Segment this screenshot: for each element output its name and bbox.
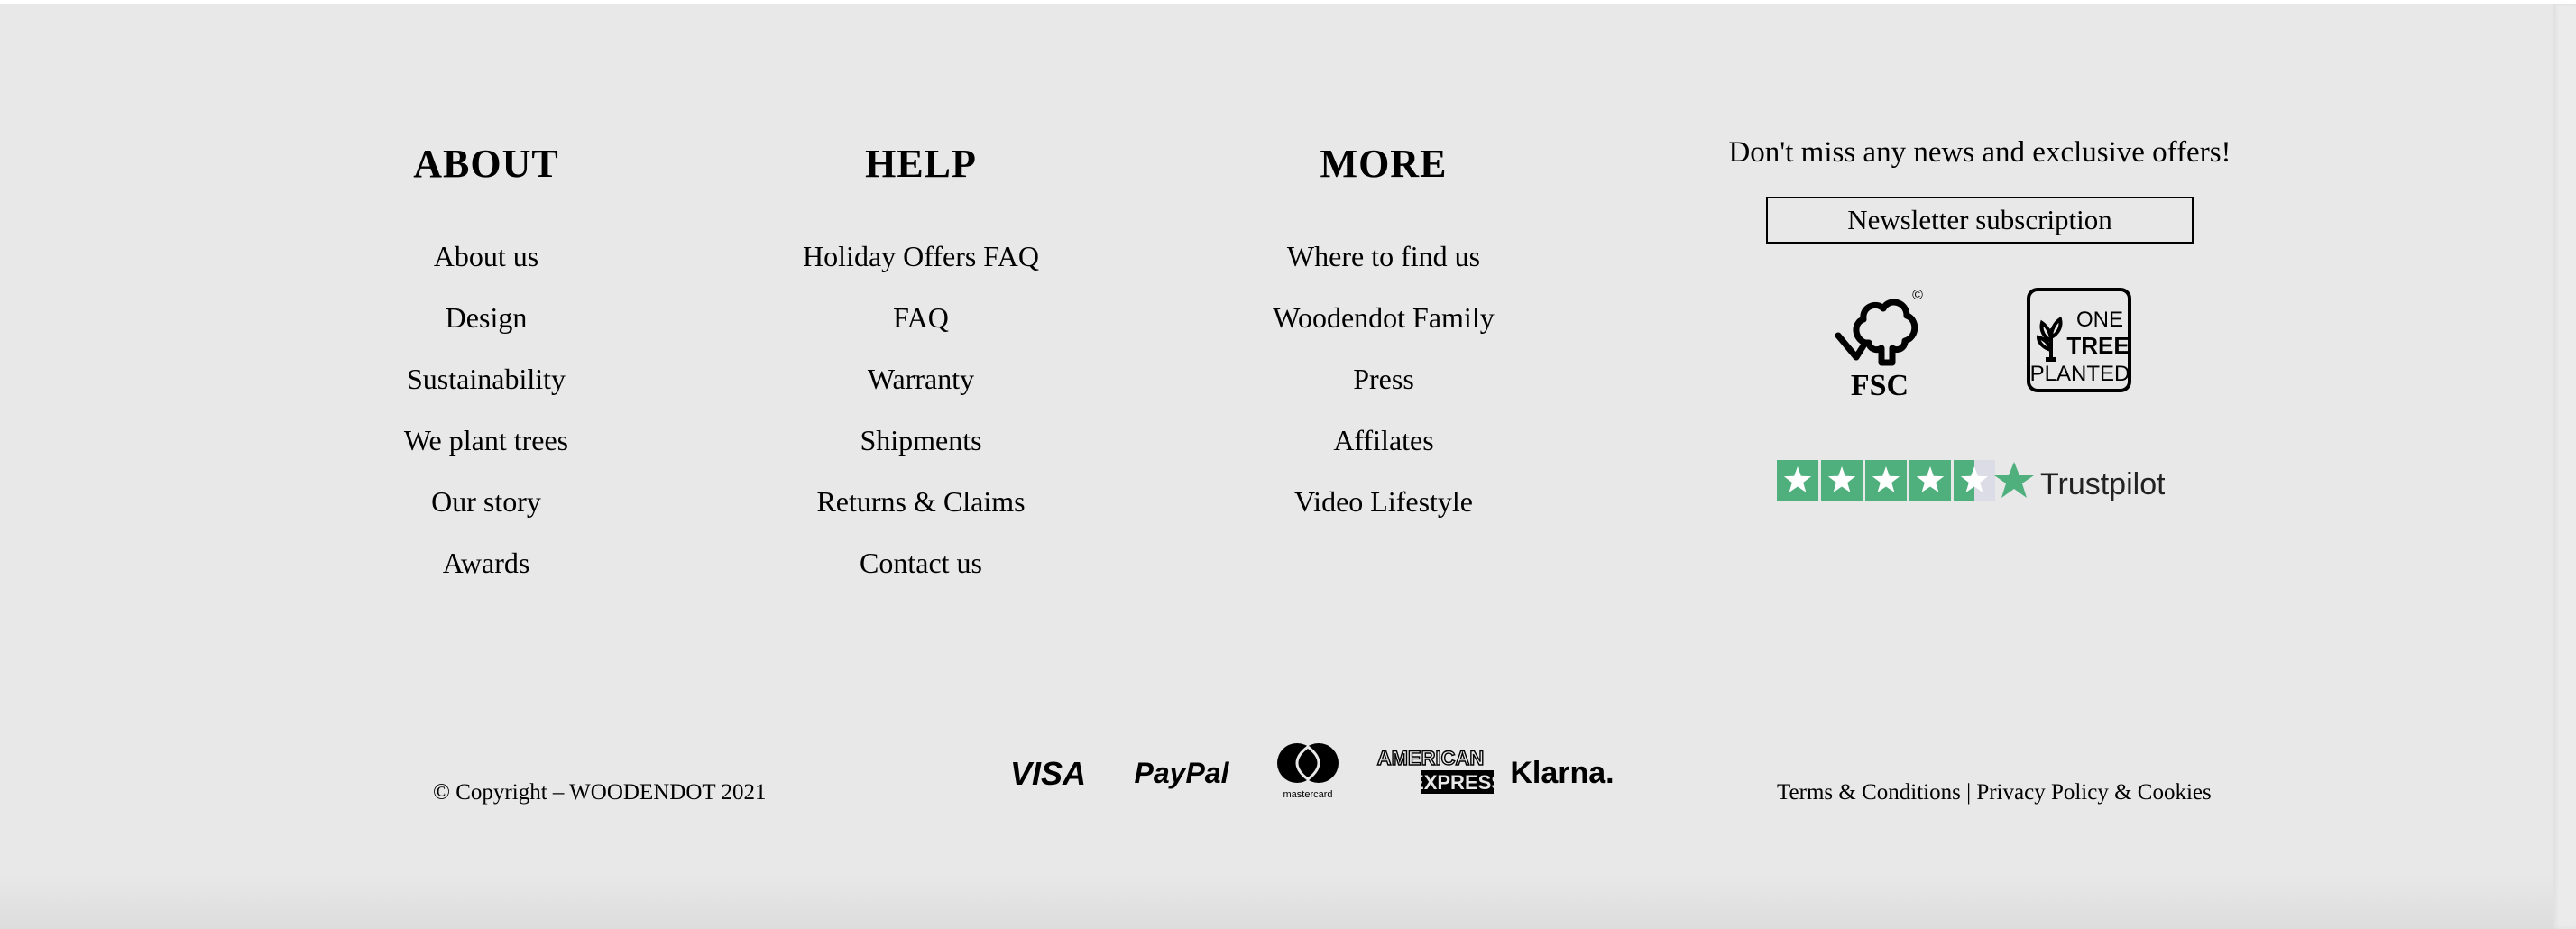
- footer-link-warranty[interactable]: Warranty: [731, 363, 1110, 424]
- american-express-icon: AMERICAN EXPRESS: [1376, 746, 1494, 794]
- footer-link-woodendot-family[interactable]: Woodendot Family: [1194, 301, 1573, 363]
- svg-text:EXPRESS: EXPRESS: [1411, 771, 1494, 794]
- otp-line-planted: PLANTED: [2030, 362, 2130, 386]
- svg-text:VISA: VISA: [1010, 755, 1086, 792]
- footer-link-where-to-find-us[interactable]: Where to find us: [1194, 240, 1573, 301]
- footer-link-press[interactable]: Press: [1194, 363, 1573, 424]
- otp-line-tree: TREE: [2066, 332, 2129, 359]
- terms-conditions-link[interactable]: Terms & Conditions: [1777, 780, 1961, 805]
- fsc-copyright-mark: ©: [1912, 288, 1923, 303]
- footer-link-contact-us[interactable]: Contact us: [731, 547, 1110, 608]
- footer-link-faq[interactable]: FAQ: [731, 301, 1110, 363]
- legal-separator: |: [1966, 780, 1972, 805]
- one-tree-planted-icon: ONE TREE PLANTED: [2027, 288, 2131, 392]
- footer-link-video-lifestyle[interactable]: Video Lifestyle: [1194, 485, 1573, 547]
- payment-methods: VISA PayPal mastercard AMERICAN EXPRESS …: [1010, 736, 1624, 808]
- footer-link-design[interactable]: Design: [297, 301, 676, 363]
- site-footer: ABOUT About us Design Sustainability We …: [0, 4, 2576, 929]
- column-title-about: ABOUT: [413, 142, 559, 186]
- fsc-label: FSC: [1851, 369, 1909, 400]
- trustpilot-label: Trustpilot: [2040, 467, 2165, 501]
- legal-links: Terms & Conditions | Privacy Policy & Co…: [1777, 777, 2212, 808]
- svg-text:mastercard: mastercard: [1283, 789, 1332, 800]
- paypal-icon: PayPal: [1135, 757, 1230, 789]
- footer-link-awards[interactable]: Awards: [297, 547, 676, 608]
- copyright-text: © Copyright – WOODENDOT 2021: [433, 780, 767, 805]
- column-title-more: MORE: [1320, 142, 1448, 186]
- footer-link-holiday-offers-faq[interactable]: Holiday Offers FAQ: [731, 240, 1110, 301]
- footer-column-more: MORE Where to find us Woodendot Family P…: [1194, 139, 1573, 547]
- newsletter-subscription-button[interactable]: Newsletter subscription: [1766, 197, 2194, 244]
- svg-text:Klarna.: Klarna.: [1510, 756, 1614, 790]
- svg-text:AMERICAN: AMERICAN: [1377, 747, 1485, 769]
- more-link-list: Where to find us Woodendot Family Press …: [1194, 240, 1573, 547]
- trustpilot-stars: [1777, 460, 1995, 501]
- footer-link-we-plant-trees[interactable]: We plant trees: [297, 424, 676, 485]
- mastercard-icon: mastercard: [1277, 743, 1339, 800]
- visa-icon: VISA: [1010, 755, 1086, 792]
- otp-line-one: ONE: [2076, 308, 2123, 332]
- fsc-tree-icon: © FSC: [1835, 288, 1923, 402]
- klarna-icon: Klarna.: [1510, 756, 1614, 790]
- footer-column-about: ABOUT About us Design Sustainability We …: [297, 139, 676, 608]
- newsletter-section: Don't miss any news and exclusive offers…: [1678, 130, 2282, 244]
- footer-column-help: HELP Holiday Offers FAQ FAQ Warranty Shi…: [731, 139, 1110, 608]
- trustpilot-rating: Trustpilot: [1777, 460, 2166, 501]
- footer-link-shipments[interactable]: Shipments: [731, 424, 1110, 485]
- footer-link-returns-claims[interactable]: Returns & Claims: [731, 485, 1110, 547]
- svg-text:PayPal: PayPal: [1135, 757, 1230, 789]
- footer-link-our-story[interactable]: Our story: [297, 485, 676, 547]
- footer-link-sustainability[interactable]: Sustainability: [297, 363, 676, 424]
- scrollbar-track[interactable]: [2553, 4, 2576, 929]
- column-title-help: HELP: [865, 142, 977, 186]
- help-link-list: Holiday Offers FAQ FAQ Warranty Shipment…: [731, 240, 1110, 608]
- one-tree-planted-logo: ONE TREE PLANTED: [2026, 287, 2132, 393]
- trustpilot-star-icon: [1994, 462, 2034, 498]
- about-link-list: About us Design Sustainability We plant …: [297, 240, 676, 608]
- newsletter-text: Don't miss any news and exclusive offers…: [1728, 136, 2231, 169]
- privacy-policy-link[interactable]: Privacy Policy & Cookies: [1976, 780, 2211, 805]
- footer-link-affiliates[interactable]: Affilates: [1194, 424, 1573, 485]
- fsc-logo: © FSC: [1829, 280, 1928, 402]
- footer-link-about-us[interactable]: About us: [297, 240, 676, 301]
- trustpilot-widget[interactable]: Trustpilot: [1777, 456, 2166, 505]
